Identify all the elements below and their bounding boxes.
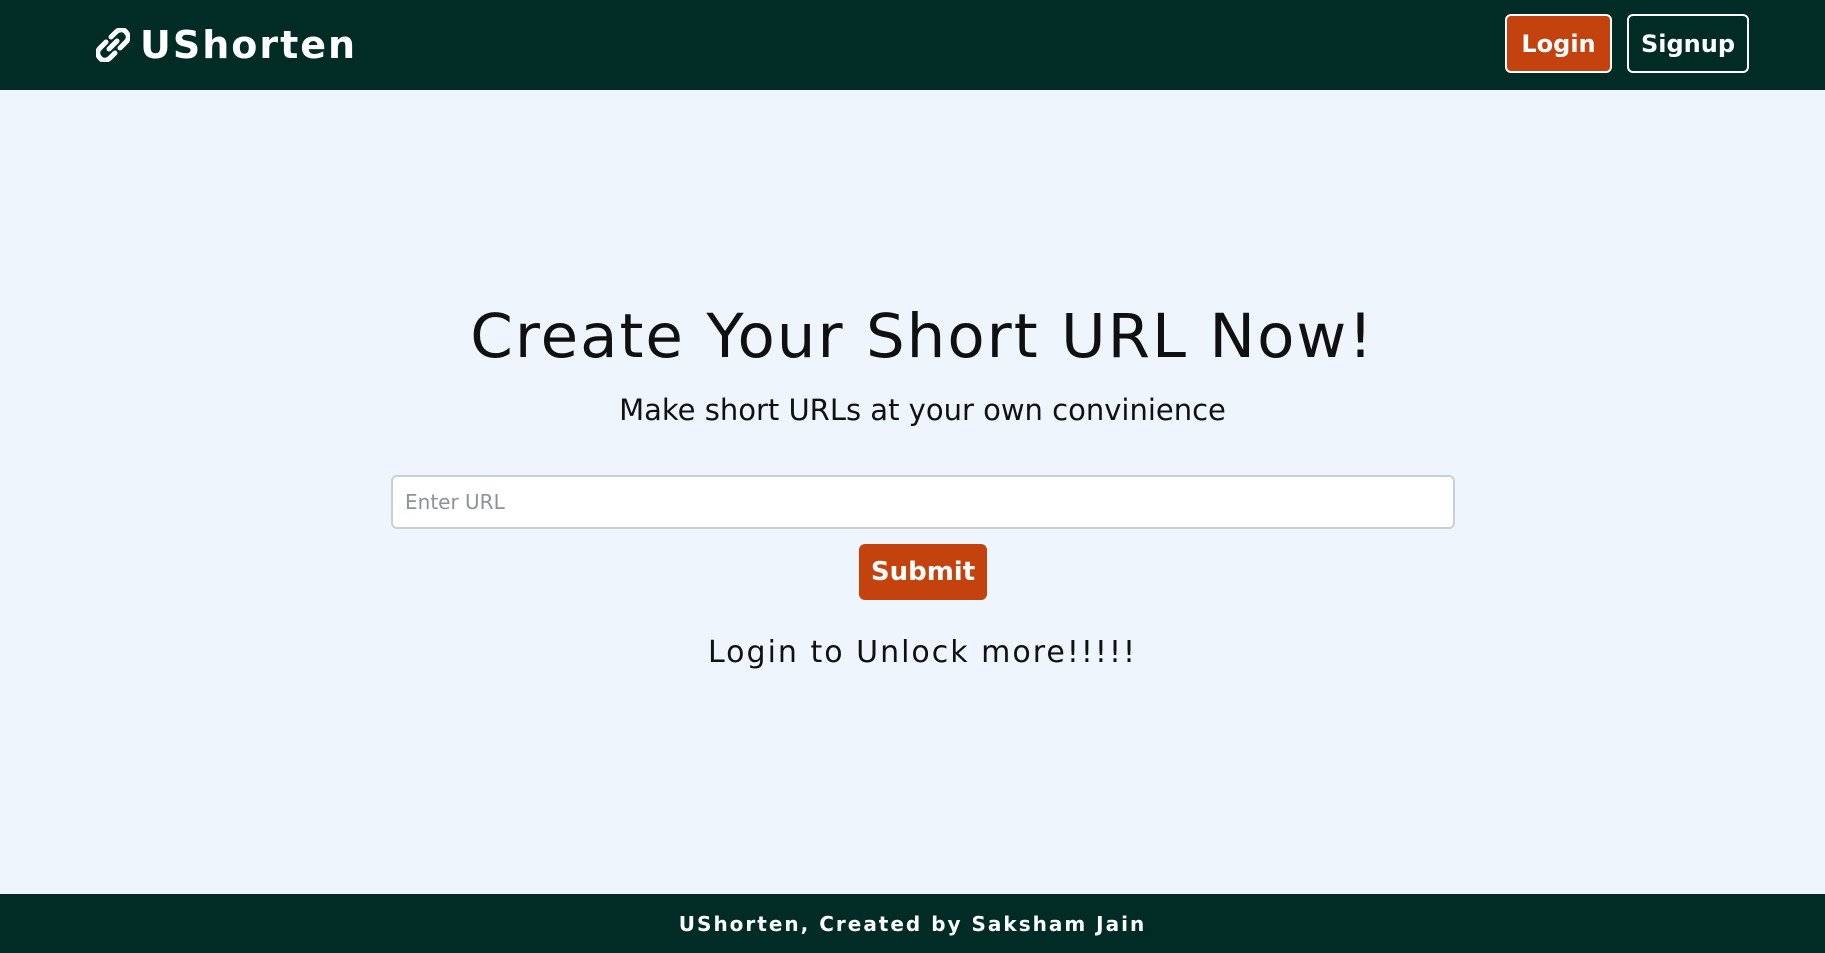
brand-name: UShorten (140, 23, 358, 67)
footer-credit: UShorten, Created by Saksham Jain (678, 911, 1147, 936)
url-input[interactable] (391, 475, 1455, 529)
login-button[interactable]: Login (1505, 14, 1612, 73)
submit-button[interactable]: Submit (859, 544, 987, 600)
brand-link[interactable]: UShorten (96, 18, 357, 72)
top-navbar: UShorten Login Signup (0, 0, 1825, 90)
footer: UShorten, Created by Saksham Jain (0, 894, 1825, 953)
login-unlock-message: Login to Unlock more!!!!! (707, 635, 1138, 670)
page-title: Create Your Short URL Now! (470, 301, 1375, 372)
link-icon (96, 28, 130, 62)
signup-button[interactable]: Signup (1627, 14, 1749, 73)
page-subtitle: Make short URLs at your own convinience (619, 393, 1226, 427)
